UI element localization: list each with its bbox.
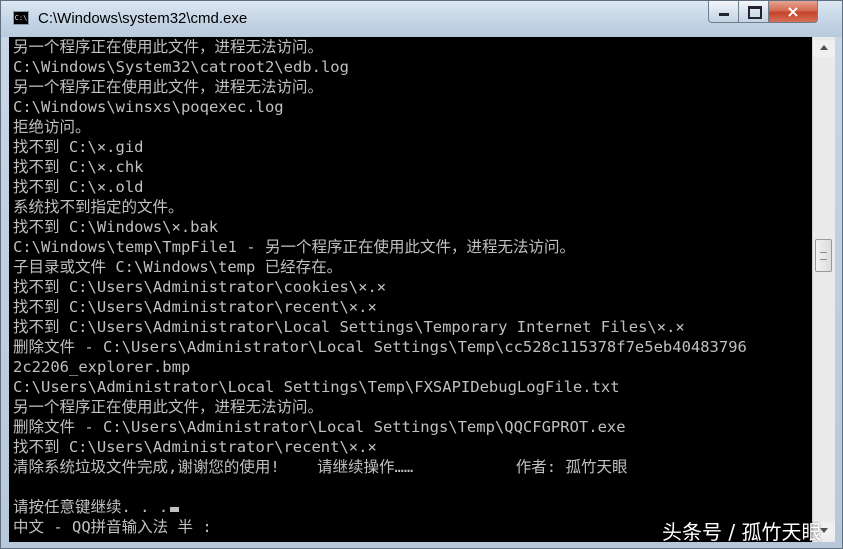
cmd-window: C:\ C:\Windows\system32\cmd.exe × 另一个程序正… [0,0,843,549]
console-line: 找不到 C:\Users\Administrator\recent\×.× [13,438,377,456]
console-line: 找不到 C:\Users\Administrator\recent\×.× [13,298,377,316]
console-line: 找不到 C:\Windows\×.bak [13,218,219,236]
window-title: C:\Windows\system32\cmd.exe [38,10,248,27]
console-line: 删除文件 - C:\Users\Administrator\Local Sett… [13,338,747,356]
console-line: 另一个程序正在使用此文件，进程无法访问。 [13,398,324,416]
title-bar[interactable]: C:\ C:\Windows\system32\cmd.exe × [1,1,842,37]
console-line: 删除文件 - C:\Users\Administrator\Local Sett… [13,418,626,436]
scrollbar-thumb[interactable] [815,239,832,272]
console-line: 拒绝访问。 [13,118,91,136]
console-line: 找不到 C:\×.old [13,178,144,196]
console-line: 子目录或文件 C:\Windows\temp 已经存在。 [13,258,343,276]
text-cursor [170,507,180,512]
console-line: 清除系统垃圾文件完成,谢谢您的使用! 请继续操作…… 作者: 孤竹天眼 [13,458,628,476]
watermark-text: 头条号 / 孤竹天眼 [662,520,822,544]
close-button[interactable]: × [768,1,818,23]
console-line: 系统找不到指定的文件。 [13,198,184,216]
console-line: C:\Windows\temp\TmpFile1 - 另一个程序正在使用此文件，… [13,238,575,256]
console-line: 找不到 C:\×.chk [13,158,144,176]
console-line: 找不到 C:\Users\Administrator\cookies\×.× [13,278,387,296]
console-line: C:\Users\Administrator\Local Settings\Te… [13,378,620,396]
console-line: 2c2206_explorer.bmp [13,358,191,376]
console-output[interactable]: 另一个程序正在使用此文件，进程无法访问。 C:\Windows\System32… [9,37,812,542]
console-line: C:\Windows\System32\catroot2\edb.log [13,58,349,76]
close-icon: × [786,2,800,21]
ime-status-line: 中文 - QQ拼音输入法 半 : [13,518,212,536]
console-line: 另一个程序正在使用此文件，进程无法访问。 [13,38,324,56]
console-line: 找不到 C:\Users\Administrator\Local Setting… [13,318,685,336]
maximize-button[interactable] [738,1,769,23]
console-line: C:\Windows\winsxs\poqexec.log [13,98,284,116]
cmd-app-icon[interactable]: C:\ [13,11,29,25]
minimize-button[interactable] [708,1,739,23]
scroll-up-arrow-icon[interactable] [813,40,835,57]
console-prompt-line: 请按任意键继续. . . [13,497,180,517]
console-line: 找不到 C:\×.gid [13,138,144,156]
console-prompt: 请按任意键继续. . . [13,498,169,516]
console-line: 另一个程序正在使用此文件，进程无法访问。 [13,78,324,96]
vertical-scrollbar[interactable] [812,37,835,542]
